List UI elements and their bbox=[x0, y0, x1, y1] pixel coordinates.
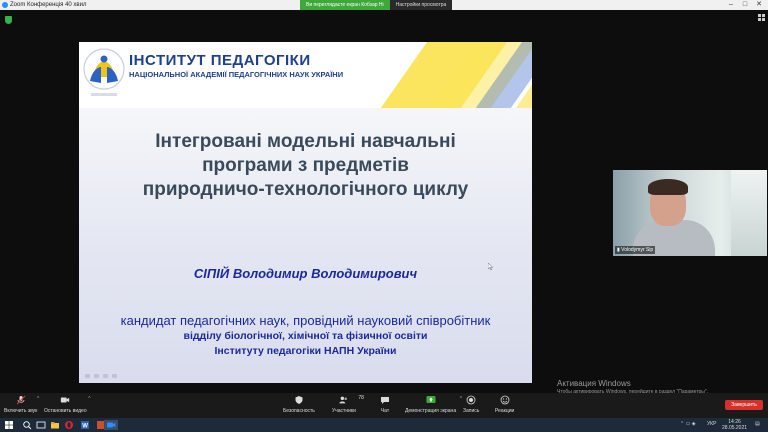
institute-logo-icon bbox=[83, 48, 125, 96]
pen-icon[interactable] bbox=[94, 374, 99, 378]
record-label: Запись bbox=[463, 408, 480, 414]
prev-slide-icon[interactable] bbox=[85, 374, 90, 378]
author-institute: Інституту педагогіки НАПН України bbox=[214, 345, 397, 357]
stop-video-label: Остановить видео bbox=[44, 408, 87, 414]
encryption-shield-icon[interactable] bbox=[5, 16, 12, 24]
unmute-label: Включить звук bbox=[4, 408, 38, 414]
slide-title: Інтегровані модельні навчальні програми … bbox=[79, 130, 532, 202]
view-options-button[interactable]: Настройки просмотра bbox=[389, 0, 453, 10]
notifications-icon[interactable]: ▤ bbox=[755, 421, 760, 427]
author-degree: кандидат педагогічних наук, провідний на… bbox=[120, 313, 491, 328]
clock-date: 28.05.2021 bbox=[722, 425, 748, 431]
reactions-button[interactable]: Реакции bbox=[495, 395, 514, 414]
author-department: відділу біологічної, хімічної та фізично… bbox=[183, 330, 428, 342]
clock[interactable]: 14:26 28.05.2021 bbox=[722, 419, 747, 431]
participant-video-tile[interactable]: ▮ Volodymyr Sip bbox=[613, 170, 767, 256]
institute-name: ІНСТИТУТ ПЕДАГОГІКИ bbox=[129, 52, 311, 69]
chat-button[interactable]: Чат bbox=[380, 395, 390, 414]
word-icon[interactable]: W bbox=[80, 420, 90, 430]
share-screen-icon bbox=[426, 396, 436, 403]
slideshow-controls[interactable] bbox=[85, 374, 117, 378]
slides-icon[interactable] bbox=[103, 374, 108, 378]
reactions-label: Реакции bbox=[495, 408, 515, 414]
title-bar: Zoom Конференція 40 хвил Ви переглядаєте… bbox=[0, 0, 768, 10]
opera-icon[interactable] bbox=[64, 420, 74, 430]
video-camera-icon bbox=[61, 397, 70, 403]
microphone-muted-icon bbox=[16, 395, 26, 405]
windows-taskbar: W ⌃ ▭ ◈ УКР 14:26 28.05.2021 ▤ bbox=[0, 418, 768, 432]
share-status-label: Ви переглядаєте екран Кобзар Ні bbox=[300, 0, 390, 10]
participant-name: Volodymyr Sip bbox=[621, 247, 654, 253]
security-button[interactable]: Безопасность bbox=[283, 395, 315, 414]
windows-start-icon[interactable] bbox=[4, 420, 14, 430]
minimize-icon[interactable]: – bbox=[724, 0, 738, 10]
file-explorer-icon[interactable] bbox=[50, 420, 60, 430]
next-slide-icon[interactable] bbox=[112, 374, 117, 378]
record-icon bbox=[466, 395, 476, 405]
zoom-logo-icon bbox=[2, 2, 8, 8]
stop-video-button[interactable]: Остановить видео ^ bbox=[44, 395, 91, 414]
share-screen-label: Демонстрация экрана bbox=[405, 408, 457, 414]
participant-hair bbox=[648, 179, 688, 195]
chevron-up-icon[interactable]: ^ bbox=[88, 396, 90, 402]
participants-count: 78 bbox=[358, 395, 364, 401]
task-view-icon[interactable] bbox=[36, 420, 46, 430]
maximize-icon[interactable]: □ bbox=[738, 0, 752, 10]
chevron-up-icon[interactable]: ^ bbox=[460, 396, 462, 402]
participants-label: Участники bbox=[332, 408, 356, 414]
screen-share-banner: Ви переглядаєте екран Кобзар Ні Настройк… bbox=[300, 0, 453, 10]
participant-name-label: ▮ Volodymyr Sip bbox=[615, 246, 656, 254]
participants-icon bbox=[339, 396, 347, 404]
unmute-button[interactable]: Включить звук ^ bbox=[4, 395, 39, 414]
security-label: Безопасность bbox=[283, 408, 315, 414]
share-screen-button[interactable]: Демонстрация экрана ^ bbox=[405, 395, 462, 414]
close-icon[interactable]: ✕ bbox=[752, 0, 766, 10]
end-meeting-button[interactable]: Завершить bbox=[725, 400, 763, 410]
slide-author: СІПІЙ Володимир Володимирович bbox=[193, 266, 418, 281]
institute-subtitle: НАЦІОНАЛЬНОЇ АКАДЕМІЇ ПЕДАГОГІЧНИХ НАУК … bbox=[129, 70, 344, 79]
background-window bbox=[731, 170, 767, 256]
shared-screen-slide: ІНСТИТУТ ПЕДАГОГІКИ НАЦІОНАЛЬНОЇ АКАДЕМІ… bbox=[79, 42, 532, 383]
record-button[interactable]: Запись bbox=[463, 395, 479, 414]
zoom-meeting-window: Zoom Конференція 40 хвил Ви переглядаєте… bbox=[0, 0, 768, 432]
windows-activation-title: Активация Windows bbox=[557, 379, 631, 388]
window-title: Zoom Конференція 40 хвил bbox=[10, 2, 87, 8]
participants-button[interactable]: Участники 78 bbox=[332, 395, 364, 414]
language-indicator[interactable]: УКР bbox=[707, 421, 716, 427]
tray-icons[interactable]: ⌃ ▭ ◈ bbox=[680, 421, 696, 427]
meeting-toolbar: Включить звук ^ Остановить видео ^ Безоп… bbox=[0, 393, 768, 418]
chevron-up-icon[interactable]: ^ bbox=[37, 396, 39, 402]
gallery-view-icon[interactable] bbox=[758, 14, 767, 22]
slide-title-line: програми з предметів bbox=[202, 155, 409, 176]
smiley-icon bbox=[500, 395, 510, 405]
zoom-taskbar-icon[interactable] bbox=[104, 420, 118, 430]
chat-label: Чат bbox=[380, 408, 390, 414]
security-shield-icon bbox=[295, 396, 303, 404]
search-icon[interactable] bbox=[22, 420, 32, 430]
slide-title-line: природничо-технологічного циклу bbox=[142, 179, 469, 200]
slide-title-line: Інтегровані модельні навчальні bbox=[155, 131, 456, 152]
mouse-cursor-icon bbox=[488, 263, 493, 270]
slide-header-banner: ІНСТИТУТ ПЕДАГОГІКИ НАЦІОНАЛЬНОЇ АКАДЕМІ… bbox=[79, 42, 532, 108]
chat-bubble-icon bbox=[381, 397, 389, 404]
svg-text:W: W bbox=[82, 424, 88, 430]
